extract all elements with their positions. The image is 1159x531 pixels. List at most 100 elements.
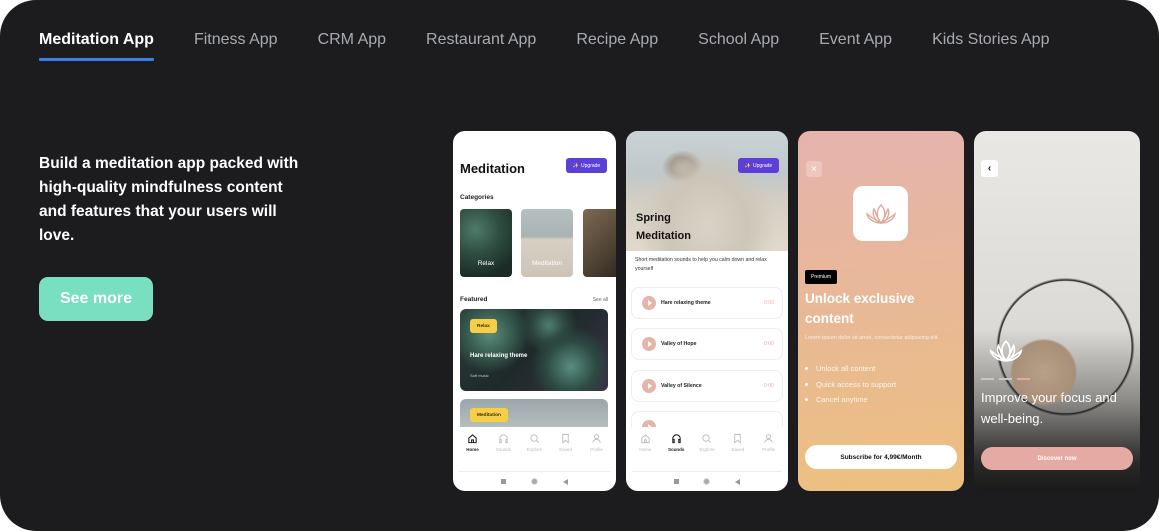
track-time: 0:00 <box>763 341 774 347</box>
screen-title: Spring Meditation <box>636 209 691 245</box>
category-card-meditation[interactable]: Meditation <box>521 209 573 277</box>
tab-restaurant-app[interactable]: Restaurant App <box>426 29 536 51</box>
nav-profile[interactable]: Profile <box>583 433 611 465</box>
play-icon[interactable] <box>642 296 656 310</box>
back-system-icon[interactable] <box>562 478 568 485</box>
category-card-relax[interactable]: Relax <box>460 209 512 277</box>
phone-screen-home: Meditation ✨ Upgrade Categories Relax Me… <box>453 131 616 491</box>
track-row[interactable]: Valley of Silence 0:00 <box>631 370 783 402</box>
track-name: Hare relaxing theme <box>661 300 711 306</box>
paywall-description: Lorem ipsum dolor sit amet, consectetur … <box>805 335 939 341</box>
tab-meditation-app[interactable]: Meditation App <box>39 29 154 61</box>
track-row[interactable]: Hare relaxing theme 0:00 <box>631 287 783 319</box>
nav-label: Profile <box>590 447 603 452</box>
close-button[interactable]: × <box>806 161 822 177</box>
bottom-nav: Home Sounds Explore Saved Profile <box>626 427 788 465</box>
categories-label: Categories <box>460 194 494 201</box>
nav-explore[interactable]: Explore <box>521 433 549 465</box>
sparkle-icon: ✨ <box>744 162 752 169</box>
chevron-left-icon: ‹ <box>987 163 992 174</box>
paywall-title: Unlock exclusive content <box>805 291 915 326</box>
featured-card[interactable]: Meditation <box>460 399 608 427</box>
system-nav-bar <box>632 471 782 491</box>
home-icon <box>641 434 650 444</box>
home-system-icon[interactable] <box>530 478 538 485</box>
upgrade-label: Upgrade <box>753 162 773 169</box>
track-name: Valley of Silence <box>661 383 702 389</box>
track-time: 0:00 <box>763 383 774 389</box>
feature-item: Cancel anytime <box>805 392 896 408</box>
nav-explore[interactable]: Explore <box>693 433 721 465</box>
search-icon <box>530 434 539 443</box>
phone-screen-premium: × Premium Unlock exclusive content Lorem… <box>798 131 964 491</box>
play-icon[interactable] <box>642 337 656 351</box>
title-line: Spring <box>636 212 671 224</box>
back-system-icon[interactable] <box>734 478 740 485</box>
featured-chip: Relax <box>470 319 497 333</box>
nav-saved[interactable]: Saved <box>724 433 752 465</box>
upgrade-label: Upgrade <box>581 162 601 169</box>
nav-label: Sounds <box>667 447 685 452</box>
phone-screen-sounds: ✨ Upgrade Spring Meditation Short medita… <box>626 131 788 491</box>
phone-screen-onboarding: ‹ Improve your focus and well-being. Dis… <box>974 131 1140 491</box>
pager-dot[interactable] <box>999 378 1012 380</box>
back-button[interactable]: ‹ <box>981 160 998 177</box>
nav-sounds[interactable]: Sounds <box>662 433 690 465</box>
featured-chip: Meditation <box>470 408 508 422</box>
upgrade-button[interactable]: ✨ Upgrade <box>566 158 607 173</box>
track-row[interactable]: Valley of Hope 0:00 <box>631 328 783 360</box>
lotus-icon <box>865 203 896 224</box>
recents-icon[interactable] <box>501 479 507 484</box>
feature-list: Unlock all content Quick access to suppo… <box>805 361 896 408</box>
discover-now-button[interactable]: Discover now <box>981 447 1133 470</box>
sparkle-icon: ✨ <box>572 162 580 169</box>
nav-saved[interactable]: Saved <box>552 433 580 465</box>
see-all-link[interactable]: See all <box>593 297 608 303</box>
system-nav-bar <box>459 471 610 491</box>
featured-title: Hare relaxing theme <box>470 353 528 359</box>
user-icon <box>764 434 773 443</box>
nav-home[interactable]: Home <box>459 433 487 465</box>
headphones-icon <box>671 434 681 444</box>
showcase-panel: Meditation App Fitness App CRM App Resta… <box>0 0 1159 531</box>
pager-dot-active[interactable] <box>1017 378 1030 380</box>
hero-description: Build a meditation app packed with high-… <box>39 155 299 244</box>
upgrade-button[interactable]: ✨ Upgrade <box>738 158 779 173</box>
featured-subtitle: Soft music <box>470 373 489 378</box>
category-card-yoga[interactable]: Yoga <box>583 209 616 277</box>
nav-sounds[interactable]: Sounds <box>490 433 518 465</box>
pager-indicator <box>981 378 1030 380</box>
subscribe-button[interactable]: Subscribe for 4,99€/Month <box>805 445 957 469</box>
bookmark-icon <box>562 433 569 444</box>
pager-dot[interactable] <box>981 378 994 380</box>
nav-label: Home <box>466 447 479 452</box>
tab-crm-app[interactable]: CRM App <box>318 29 386 51</box>
headphones-icon <box>499 434 508 444</box>
home-icon <box>468 434 477 444</box>
app-tabs: Meditation App Fitness App CRM App Resta… <box>39 29 1089 61</box>
close-icon: × <box>811 163 817 175</box>
user-icon <box>592 434 601 443</box>
nav-profile[interactable]: Profile <box>755 433 783 465</box>
nav-home[interactable]: Home <box>631 433 659 465</box>
tab-school-app[interactable]: School App <box>698 29 779 51</box>
search-icon <box>702 434 712 443</box>
screen-description: Short meditation sounds to help you calm… <box>635 257 767 272</box>
see-more-button[interactable]: See more <box>39 277 153 321</box>
bookmark-icon <box>734 433 741 444</box>
featured-card[interactable]: Relax Hare relaxing theme Soft music <box>460 309 608 391</box>
bottom-nav: Home Sounds Explore Saved Profile <box>453 427 616 465</box>
tab-fitness-app[interactable]: Fitness App <box>194 29 278 51</box>
track-name: Valley of Hope <box>661 341 697 347</box>
home-system-icon[interactable] <box>703 478 711 485</box>
tab-kids-stories-app[interactable]: Kids Stories App <box>932 29 1049 51</box>
lotus-icon <box>989 340 1023 363</box>
tab-recipe-app[interactable]: Recipe App <box>576 29 658 51</box>
nav-label: Profile <box>762 447 775 452</box>
screen-title: Meditation <box>460 161 525 176</box>
recents-icon[interactable] <box>674 479 680 484</box>
feature-item: Unlock all content <box>805 361 896 377</box>
play-icon[interactable] <box>642 379 656 393</box>
tab-event-app[interactable]: Event App <box>819 29 892 51</box>
nav-label: Saved <box>731 447 745 452</box>
